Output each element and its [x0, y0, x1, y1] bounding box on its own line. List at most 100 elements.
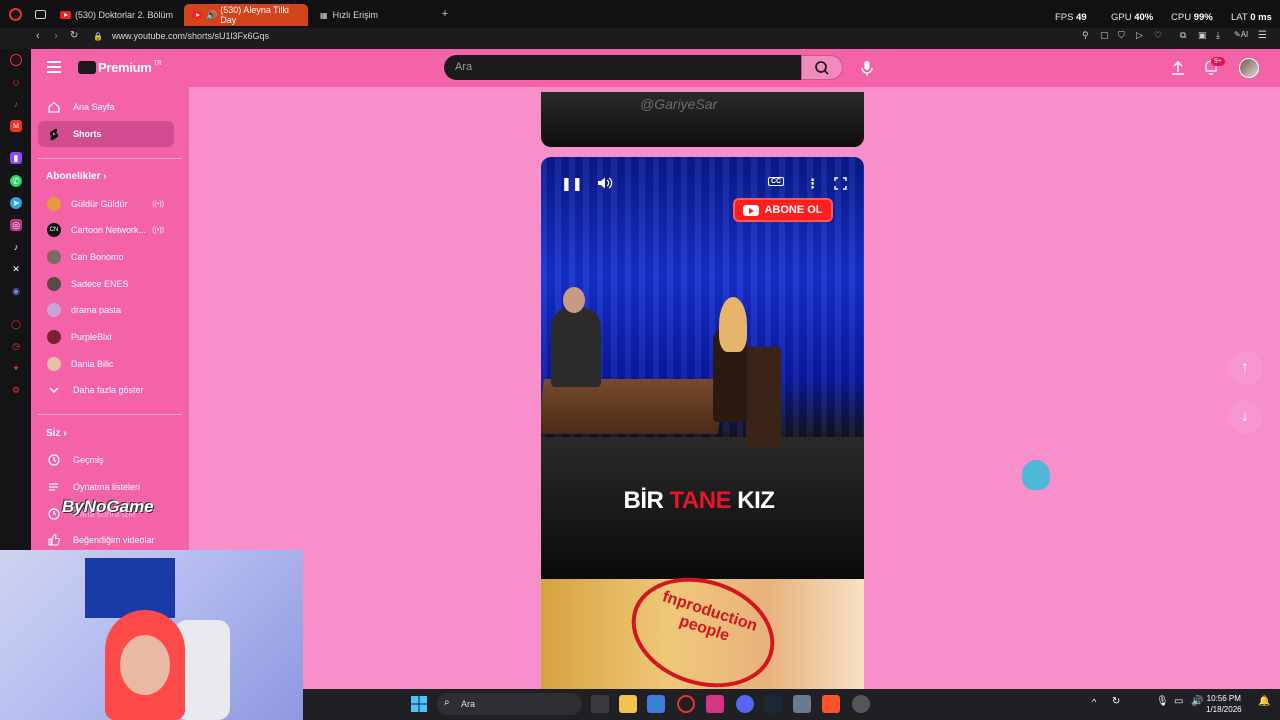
network-icon[interactable]: ▭ — [1174, 696, 1183, 707]
volume-icon[interactable] — [597, 176, 613, 193]
whatsapp-icon[interactable]: ✆ — [10, 175, 22, 187]
twitch-icon[interactable]: ▮ — [10, 152, 22, 164]
wallet-icon[interactable]: ▣ — [1198, 30, 1207, 41]
stamp-text: fnproduction people — [660, 588, 760, 645]
subscription-item[interactable]: Dania Bilic — [38, 351, 174, 377]
hamburger-menu-icon[interactable] — [47, 61, 61, 73]
telegram-icon[interactable]: ➤ — [10, 197, 22, 209]
ai-icon[interactable]: ✎AI — [1234, 30, 1248, 39]
snapshot-icon[interactable]: ▢ — [1100, 30, 1109, 41]
search-icon: ⌕ — [444, 697, 450, 708]
download-icon[interactable]: ⤓ — [1216, 30, 1220, 41]
youtube-play-icon — [743, 204, 760, 216]
you-header[interactable]: Siz › — [46, 428, 67, 439]
fullscreen-icon[interactable] — [834, 177, 847, 193]
tab-aleyna[interactable]: 🔊 (530) Aleyna Tilki Day — [184, 4, 308, 26]
history-icon[interactable]: ◷ — [10, 340, 22, 352]
volume-tray-icon[interactable]: 🔊 — [1191, 696, 1203, 707]
reload-icon[interactable]: ↻ — [70, 30, 78, 41]
file-explorer-icon[interactable] — [619, 695, 637, 713]
settings-taskbar-icon[interactable] — [793, 695, 811, 713]
x-icon[interactable]: ✕ — [10, 263, 22, 275]
subscription-item[interactable]: PurpleBixi — [38, 324, 174, 350]
captions-icon[interactable]: CC — [768, 177, 785, 186]
arrow-down-icon: ↓ — [1241, 408, 1249, 425]
previous-short-button[interactable]: ↑ — [1228, 351, 1262, 385]
logo-region: TR — [153, 60, 162, 67]
channel-avatar — [47, 330, 61, 344]
sync-icon[interactable]: ↻ — [1112, 696, 1120, 707]
app-icon[interactable] — [706, 695, 724, 713]
subscription-item[interactable]: Sadece ENES — [38, 271, 174, 297]
shield-icon[interactable]: ⛉ — [1118, 30, 1125, 41]
discord-icon[interactable]: ◉ — [10, 285, 22, 297]
new-tab-button[interactable]: + — [440, 9, 450, 20]
search-input[interactable]: Ara — [444, 55, 801, 80]
nav-home[interactable]: Ana Sayfa — [38, 94, 174, 120]
tab-manager-icon[interactable] — [35, 10, 46, 19]
extensions-sidebar-icon[interactable]: ✦ — [10, 362, 22, 374]
pause-icon[interactable]: ❚❚ — [561, 176, 583, 192]
instagram-icon[interactable]: ◎ — [10, 219, 22, 231]
forward-icon[interactable]: › — [54, 30, 58, 42]
obs-icon[interactable] — [852, 695, 870, 713]
nav-history[interactable]: Geçmiş — [38, 447, 174, 473]
account-avatar[interactable] — [1239, 58, 1259, 78]
pin-icon[interactable]: ⚲ — [1082, 30, 1089, 41]
subscriptions-header-label: Abonelikler — [46, 171, 101, 182]
caption-highlight: TANE — [669, 487, 732, 514]
aria-icon[interactable]: ◌ — [10, 54, 22, 66]
create-button[interactable] — [1168, 58, 1188, 78]
fps-stat: FPS 49 — [1055, 12, 1087, 23]
youtube-premium-logo[interactable]: Premium TR — [78, 60, 162, 75]
more-options-icon[interactable]: ⋮ — [806, 176, 819, 192]
notification-center-icon[interactable]: 🔔 — [1258, 696, 1270, 707]
speaker-icon: 🔊 — [206, 9, 218, 20]
playlist-icon — [47, 480, 61, 494]
subscribe-button[interactable]: ABONE OL — [733, 198, 833, 222]
play-icon[interactable]: ▷ — [1136, 30, 1143, 41]
heart-icon[interactable]: ♡ — [1154, 30, 1162, 41]
subscription-item[interactable]: Can Bonomo — [38, 244, 174, 270]
opera-logo-icon[interactable] — [9, 8, 22, 21]
app-icon[interactable] — [647, 695, 665, 713]
tiktok-icon[interactable]: ♪ — [10, 241, 22, 253]
voice-search-button[interactable] — [855, 56, 879, 80]
streamer-face — [120, 635, 170, 695]
m-app-icon[interactable]: M — [10, 120, 22, 132]
channel-avatar — [47, 277, 61, 291]
steam-icon[interactable] — [764, 695, 782, 713]
opera-gx-taskbar-icon[interactable] — [677, 695, 695, 713]
tab-quick-access[interactable]: ▦ Hızlı Erişim — [312, 4, 432, 26]
nav-shorts[interactable]: Shorts — [38, 121, 174, 147]
channel-name: Dania Bilic — [71, 359, 114, 369]
show-more-button[interactable]: Daha fazla göster — [38, 377, 174, 403]
lat-label: LAT — [1231, 12, 1248, 23]
mic-tray-icon[interactable]: 🎙 — [1156, 696, 1169, 707]
cpu-value: 99% — [1193, 12, 1213, 23]
extensions-icon[interactable]: ⧉ — [1180, 30, 1186, 41]
player-icon[interactable]: ♪ — [10, 98, 22, 110]
windows-start-icon[interactable] — [410, 695, 428, 713]
opera-icon[interactable]: ◯ — [10, 318, 22, 330]
subscription-item[interactable]: Güldür Güldür ((•)) — [38, 191, 174, 217]
search-button[interactable] — [801, 55, 843, 80]
discord-taskbar-icon[interactable] — [736, 695, 754, 713]
subscription-item[interactable]: CN Cartoon Network... ((•)) — [38, 217, 174, 243]
tray-chevron-up-icon[interactable]: ^ — [1092, 697, 1096, 707]
subscriptions-header[interactable]: Abonelikler › — [46, 171, 107, 182]
lock-icon: 🔒 — [93, 32, 103, 41]
subscription-item[interactable]: drama pasta — [38, 297, 174, 323]
taskbar-search-input[interactable]: Ara — [437, 693, 582, 715]
next-short-button[interactable]: ↓ — [1228, 400, 1262, 434]
workspaces-icon[interactable]: ◇ — [10, 76, 22, 88]
brave-icon[interactable] — [822, 695, 840, 713]
url-text[interactable]: www.youtube.com/shorts/sU1l3Fx6Gqs — [112, 31, 269, 41]
task-view-icon[interactable] — [591, 695, 609, 713]
taskbar-clock[interactable]: 10:56 PM 1/18/2026 — [1206, 693, 1242, 715]
cursor-mascot-icon — [1022, 460, 1050, 490]
tab-doktorlar[interactable]: (530) Doktorlar 2. Bölüm — [52, 4, 182, 26]
settings-gear-icon[interactable]: ⚙ — [10, 384, 22, 396]
easy-setup-icon[interactable]: ☰ — [1258, 30, 1267, 41]
back-icon[interactable]: ‹ — [36, 30, 40, 42]
